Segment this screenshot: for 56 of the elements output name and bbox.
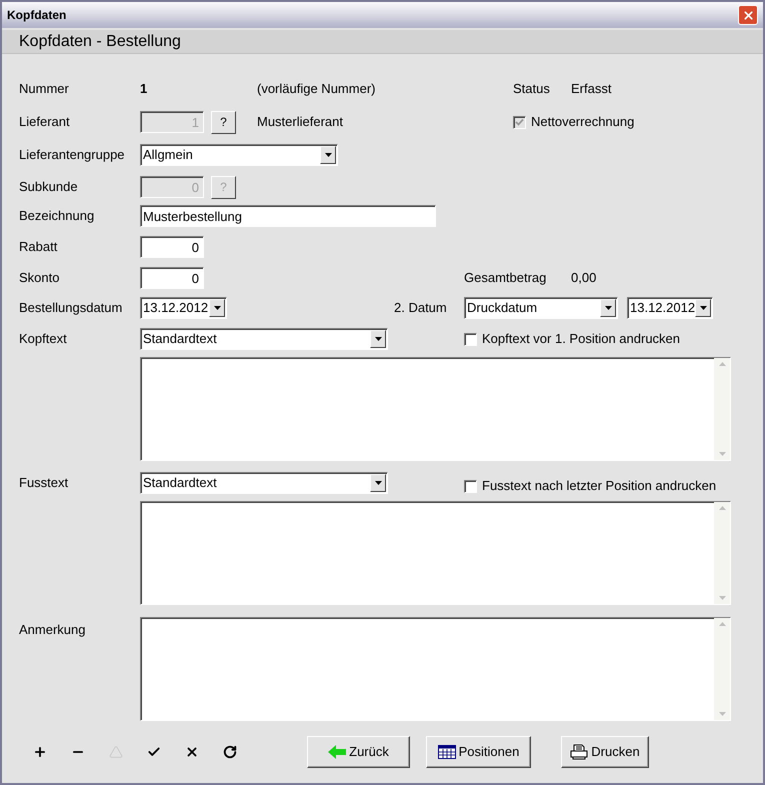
printer-icon [570,744,588,760]
dialog-heading: Kopfdaten - Bestellung [19,32,181,52]
checkbox-label: Nettoverrechnung [531,113,634,132]
text-area[interactable] [140,617,731,721]
caret-icon [214,306,220,310]
plus-icon[interactable] [33,745,47,759]
close-icon [742,8,754,22]
input-field[interactable]: Musterbestellung [140,205,436,227]
field-label: Gesamtbetrag [464,270,546,286]
supplier-name: Musterlieferant [257,114,343,130]
date-picker[interactable]: 13.12.2012 [627,297,713,319]
field-label: Bezeichnung [19,208,94,224]
caret-icon [604,306,612,310]
text-area[interactable] [140,501,731,605]
caret-icon [700,306,707,310]
close-button[interactable] [738,5,758,25]
total-value: 0,00 [571,269,596,288]
dropdown[interactable]: Standardtext [140,328,388,350]
field-label: Anmerkung [19,622,86,637]
dropdown[interactable]: Druckdatum [464,297,618,319]
check-icon[interactable] [147,745,161,759]
action-button[interactable]: Zurück [307,736,410,768]
caret-icon [324,153,332,157]
dropdown[interactable]: Standardtext [140,472,388,494]
checkbox-label: Kopftext vor 1. Position andrucken [482,330,680,348]
status-value: Erfasst [571,80,612,98]
dropdown[interactable]: Allgmein [140,144,338,166]
checkbox-label: Fusstext nach letzter Position andrucken [482,477,716,496]
input-field[interactable]: 0 [140,267,204,289]
field-label: Subkunde [19,179,78,194]
field-label: 2. Datum [394,300,447,316]
input-field[interactable]: 0 [140,236,204,258]
text-area[interactable] [140,357,731,461]
field-label: Nummer [19,81,69,96]
field-label: Rabatt [19,239,58,254]
checkbox[interactable] [464,480,477,492]
number-value: 1 [140,81,148,96]
field-label: Kopftext [19,331,67,346]
field-label: Lieferant [19,114,70,130]
caret-icon [374,337,382,341]
number-note: (vorläufige Nummer) [257,81,376,96]
field-label: Lieferantengruppe [19,147,125,162]
action-button[interactable]: Drucken [561,736,649,768]
checkbox[interactable] [464,332,477,346]
action-button[interactable]: Positionen [426,736,531,768]
field-label: Fusstext [19,475,68,490]
field-label: Status [513,81,550,96]
caret-icon [374,481,382,485]
date-picker[interactable]: 13.12.2012 [140,297,227,319]
redo-icon[interactable] [223,745,237,759]
field-label: Bestellungsdatum [19,300,122,316]
window-title: Kopfdaten [7,7,66,24]
field-label: Skonto [19,270,60,286]
arrow-left-icon [328,745,346,759]
close-icon[interactable] [185,745,199,759]
table-icon [438,745,456,759]
